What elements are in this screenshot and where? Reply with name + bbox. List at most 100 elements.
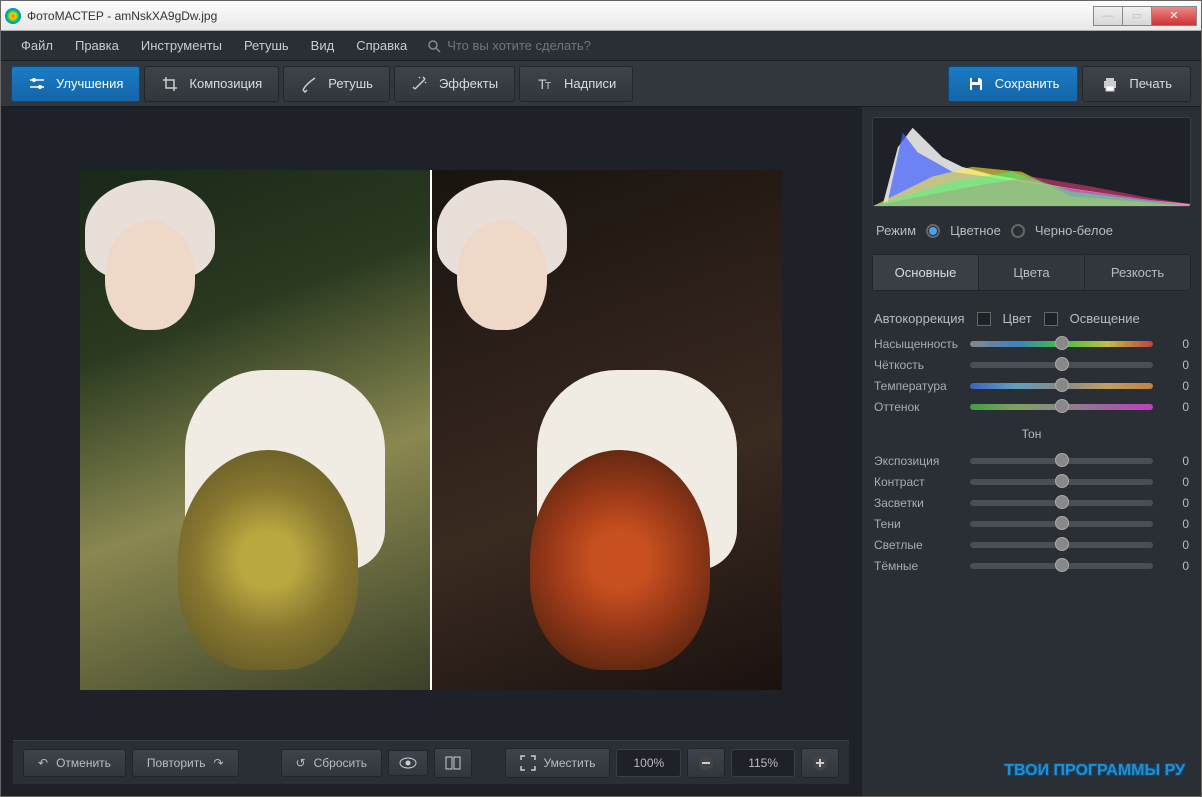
menu-retouch[interactable]: Ретушь — [234, 34, 299, 57]
whites-track[interactable] — [970, 542, 1153, 548]
clarity-track[interactable] — [970, 362, 1153, 368]
menu-file[interactable]: Файл — [11, 34, 63, 57]
contrast-thumb[interactable] — [1055, 474, 1069, 488]
slider-shadows: Тени 0 — [874, 517, 1189, 531]
wand-icon — [411, 75, 429, 93]
tab-captions[interactable]: TT Надписи — [519, 66, 633, 102]
search-icon — [427, 39, 441, 53]
saturation-thumb[interactable] — [1055, 336, 1069, 350]
radio-color[interactable] — [926, 224, 940, 238]
exposure-value: 0 — [1161, 454, 1189, 468]
preview-button[interactable] — [388, 750, 428, 776]
reset-label: Сбросить — [314, 756, 367, 770]
temperature-thumb[interactable] — [1055, 378, 1069, 392]
tab-retouch[interactable]: Ретушь — [283, 66, 390, 102]
highlights-track[interactable] — [970, 500, 1153, 506]
slider-blacks: Тёмные 0 — [874, 559, 1189, 573]
tint-track[interactable] — [970, 404, 1153, 410]
autocorrection-row: Автокоррекция Цвет Освещение — [874, 307, 1189, 330]
controls-panel: Автокоррекция Цвет Освещение Насыщенност… — [872, 301, 1191, 746]
clarity-label: Чёткость — [874, 358, 962, 372]
image-compare — [80, 170, 782, 690]
tab-enhance[interactable]: Улучшения — [11, 66, 140, 102]
checkbox-lighting[interactable] — [1044, 312, 1058, 326]
shadows-track[interactable] — [970, 521, 1153, 527]
search-input[interactable] — [447, 38, 667, 53]
undo-button[interactable]: ↶ Отменить — [23, 749, 126, 777]
autocorr-label: Автокоррекция — [874, 311, 965, 326]
panel-tab-basic[interactable]: Основные — [873, 255, 979, 290]
tab-effects[interactable]: Эффекты — [394, 66, 515, 102]
close-button[interactable]: ✕ — [1151, 6, 1197, 26]
zoom-current-display[interactable]: 115% — [731, 749, 795, 777]
save-button[interactable]: Сохранить — [948, 66, 1079, 102]
minimize-button[interactable]: — — [1093, 6, 1123, 26]
image-after — [432, 170, 782, 690]
clarity-value: 0 — [1161, 358, 1189, 372]
bottombar: ↶ Отменить Повторить ↷ ↺ Сбросить — [13, 740, 849, 784]
contrast-value: 0 — [1161, 475, 1189, 489]
zoom-in-button[interactable] — [801, 748, 839, 778]
menu-edit[interactable]: Правка — [65, 34, 129, 57]
tint-label: Оттенок — [874, 400, 962, 414]
minus-icon — [698, 755, 714, 771]
redo-button[interactable]: Повторить ↷ — [132, 749, 239, 777]
temperature-value: 0 — [1161, 379, 1189, 393]
highlights-value: 0 — [1161, 496, 1189, 510]
menu-tools[interactable]: Инструменты — [131, 34, 232, 57]
print-label: Печать — [1129, 76, 1172, 91]
tab-enhance-label: Улучшения — [56, 76, 123, 91]
fit-icon — [520, 755, 536, 771]
exposure-thumb[interactable] — [1055, 453, 1069, 467]
menu-view[interactable]: Вид — [301, 34, 345, 57]
undo-icon: ↶ — [38, 756, 48, 770]
maximize-button[interactable]: ▭ — [1122, 6, 1152, 26]
save-label: Сохранить — [995, 76, 1060, 91]
tab-composition[interactable]: Композиция — [144, 66, 279, 102]
crop-icon — [161, 75, 179, 93]
toolbar: Улучшения Композиция Ретушь Эффекты TT Н… — [1, 61, 1201, 107]
canvas-content[interactable] — [13, 119, 849, 740]
blacks-label: Тёмные — [874, 559, 962, 573]
contrast-label: Контраст — [874, 475, 962, 489]
compare-toggle-button[interactable] — [434, 748, 472, 778]
saturation-track[interactable] — [970, 341, 1153, 347]
menubar: Файл Правка Инструменты Ретушь Вид Справ… — [1, 31, 1201, 61]
zoom-100-display[interactable]: 100% — [616, 749, 681, 777]
print-button[interactable]: Печать — [1082, 66, 1191, 102]
exposure-track[interactable] — [970, 458, 1153, 464]
autocorr-lighting-label: Освещение — [1070, 311, 1140, 326]
clarity-thumb[interactable] — [1055, 357, 1069, 371]
zoom-out-button[interactable] — [687, 748, 725, 778]
tab-captions-label: Надписи — [564, 76, 616, 91]
slider-temperature: Температура 0 — [874, 379, 1189, 393]
shadows-thumb[interactable] — [1055, 516, 1069, 530]
tone-header: Тон — [874, 421, 1189, 447]
checkbox-color[interactable] — [977, 312, 991, 326]
tab-retouch-label: Ретушь — [328, 76, 373, 91]
whites-thumb[interactable] — [1055, 537, 1069, 551]
blacks-value: 0 — [1161, 559, 1189, 573]
tint-value: 0 — [1161, 400, 1189, 414]
temperature-track[interactable] — [970, 383, 1153, 389]
shadows-value: 0 — [1161, 517, 1189, 531]
highlights-thumb[interactable] — [1055, 495, 1069, 509]
main-area: ↶ Отменить Повторить ↷ ↺ Сбросить — [1, 107, 1201, 796]
print-icon — [1101, 75, 1119, 93]
contrast-track[interactable] — [970, 479, 1153, 485]
menu-help[interactable]: Справка — [346, 34, 417, 57]
text-icon: TT — [536, 75, 554, 93]
histogram — [872, 117, 1191, 207]
titlebar: ФотоМАСТЕР - amNskXA9gDw.jpg — ▭ ✕ — [1, 1, 1201, 31]
reset-button[interactable]: ↺ Сбросить — [281, 749, 382, 777]
panel-tab-colors[interactable]: Цвета — [979, 255, 1085, 290]
autocorr-color-label: Цвет — [1003, 311, 1032, 326]
blacks-track[interactable] — [970, 563, 1153, 569]
mode-bw-label: Черно-белое — [1035, 223, 1113, 238]
redo-icon: ↷ — [213, 756, 223, 770]
radio-bw[interactable] — [1011, 224, 1025, 238]
tint-thumb[interactable] — [1055, 399, 1069, 413]
blacks-thumb[interactable] — [1055, 558, 1069, 572]
panel-tab-sharpness[interactable]: Резкость — [1085, 255, 1190, 290]
fit-button[interactable]: Уместить — [505, 748, 611, 778]
